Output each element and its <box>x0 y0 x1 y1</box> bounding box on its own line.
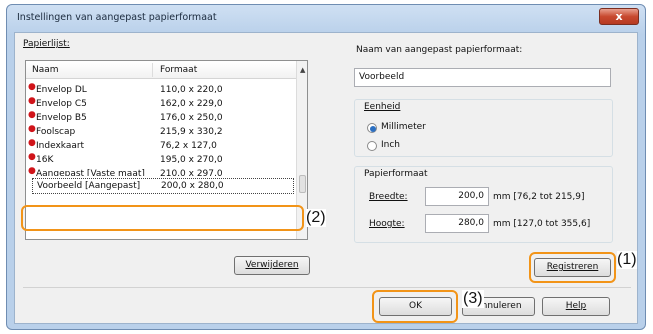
column-header-format[interactable]: Formaat <box>160 65 197 75</box>
list-item-name: Envelop B5 <box>36 113 87 123</box>
help-button[interactable]: Help <box>542 297 610 316</box>
title-bar: Instellingen van aangepast papierformaat… <box>7 5 645 31</box>
paper-size-group: Papierformaat Breedte: 200,0 mm [76,2 to… <box>354 166 613 243</box>
highlight-box-3 <box>372 290 458 323</box>
column-header-name[interactable]: Naam <box>32 65 59 75</box>
list-item[interactable]: ● 16K 195,0 x 270,0 <box>26 152 296 167</box>
list-item[interactable]: ● Envelop B5 176,0 x 250,0 <box>26 110 296 125</box>
required-marker-icon: ● <box>28 110 36 120</box>
list-item-name: Envelop DL <box>36 85 87 95</box>
list-item-size: 162,0 x 229,0 <box>160 99 223 109</box>
millimeter-radio[interactable] <box>367 123 377 133</box>
list-item-size: 195,0 x 270,0 <box>160 155 223 165</box>
callout-3: (3) <box>462 290 484 308</box>
paper-size-label: Papierformaat <box>364 169 428 179</box>
highlight-box-2 <box>21 205 304 231</box>
delete-button-label: Verwijderen <box>245 260 299 270</box>
height-label: Hoogte: <box>369 219 405 229</box>
scroll-up-icon[interactable]: ▲ <box>300 66 305 74</box>
width-input[interactable]: 200,0 <box>425 187 489 206</box>
width-label: Breedte: <box>369 192 408 202</box>
scroll-thumb[interactable] <box>299 175 306 193</box>
millimeter-label[interactable]: Millimeter <box>381 122 426 132</box>
help-button-label: Help <box>565 301 587 311</box>
list-item-name: Voorbeeld [Aangepast] <box>37 181 141 191</box>
required-marker-icon: ● <box>28 152 36 162</box>
list-item-name: 16K <box>36 155 54 165</box>
inch-radio[interactable] <box>367 141 377 151</box>
inch-label[interactable]: Inch <box>381 140 400 150</box>
list-item-size: 76,2 x 127,0 <box>160 141 217 151</box>
column-divider <box>152 63 153 77</box>
list-item-name: Envelop C5 <box>36 99 87 109</box>
selected-list-item[interactable]: Voorbeeld [Aangepast] 200,0 x 280,0 <box>32 178 294 194</box>
list-item-size: 176,0 x 250,0 <box>160 113 223 123</box>
required-marker-icon: ● <box>28 96 36 106</box>
required-marker-icon: ● <box>28 82 36 92</box>
list-item-size: 210,0 x 297,0 <box>160 169 223 176</box>
delete-button[interactable]: Verwijderen <box>234 256 310 275</box>
required-marker-icon: ● <box>28 167 36 176</box>
required-marker-icon: ● <box>28 124 36 134</box>
list-item[interactable]: ● Foolscap 215,9 x 330,2 <box>26 124 296 139</box>
window-title: Instellingen van aangepast papierformaat <box>17 12 217 23</box>
unit-group-label: Eenheid <box>364 102 401 112</box>
dialog-window: Instellingen van aangepast papierformaat… <box>6 4 646 330</box>
list-item-name: Foolscap <box>36 127 76 137</box>
list-item-size: 110,0 x 220,0 <box>160 85 223 95</box>
separator <box>23 287 631 288</box>
highlight-box-1 <box>529 252 616 283</box>
unit-group: Eenheid Millimeter Inch <box>354 99 613 157</box>
height-range: mm [127,0 tot 355,6] <box>493 219 591 229</box>
paper-list-header: Naam Formaat <box>26 61 296 79</box>
list-item[interactable]: ● Envelop DL 110,0 x 220,0 <box>26 82 296 97</box>
callout-2: (2) <box>306 209 326 227</box>
height-input[interactable]: 280,0 <box>425 214 489 233</box>
list-item-name: Aangepast [Vaste maat] <box>36 169 145 176</box>
paper-list-label: Papierlijst: <box>23 39 70 49</box>
list-item[interactable]: ● Aangepast [Vaste maat] 210,0 x 297,0 <box>26 167 296 176</box>
custom-name-label: Naam van aangepast papierformaat: <box>356 45 523 55</box>
width-range: mm [76,2 tot 215,9] <box>493 192 585 202</box>
close-button[interactable]: x <box>599 8 639 25</box>
list-item-size: 215,9 x 330,2 <box>160 127 223 137</box>
list-item[interactable]: ● Envelop C5 162,0 x 229,0 <box>26 96 296 111</box>
list-item[interactable]: ● Indexkaart 76,2 x 127,0 <box>26 138 296 153</box>
required-marker-icon: ● <box>28 138 36 148</box>
dialog-client-area: Papierlijst: Naam Formaat ● Envelop DL 1… <box>14 32 638 324</box>
callout-1: (1) <box>617 251 637 269</box>
list-item-size: 200,0 x 280,0 <box>161 181 224 191</box>
custom-name-input[interactable]: Voorbeeld <box>354 68 611 87</box>
list-item-name: Indexkaart <box>36 141 85 151</box>
